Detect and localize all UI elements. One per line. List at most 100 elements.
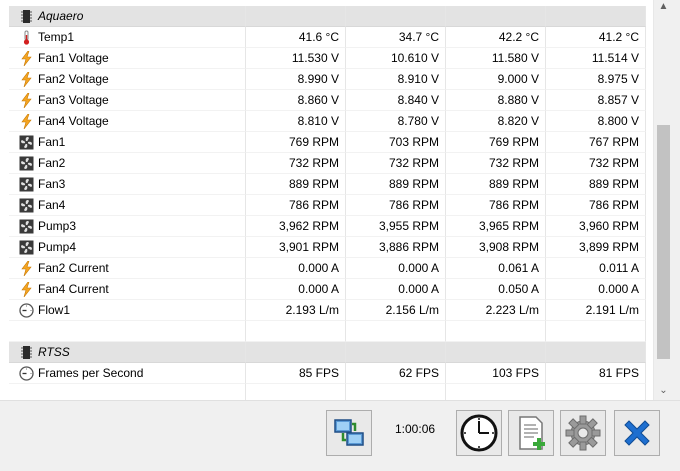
sensor-row[interactable]: Pump3 3,962 RPM 3,955 RPM 3,965 RPM 3,960 RP… [0, 216, 653, 237]
sensor-label: Fan3 [38, 177, 66, 191]
minimum-value: 8.840 V [346, 90, 446, 111]
empty-cell [0, 384, 246, 400]
sensor-row[interactable]: Fan2 Voltage 8.990 V 8.910 V 9.000 V 8.975 V [0, 69, 653, 90]
sensor-row[interactable]: Fan4 786 RPM 786 RPM 786 RPM 786 RPM [0, 195, 653, 216]
group-header-cell [246, 342, 346, 363]
current-value: 732 RPM [246, 153, 346, 174]
voltage-icon [19, 113, 34, 130]
scroll-up-arrow-icon[interactable]: ▲ [654, 0, 673, 14]
sensor-name-cell: Pump4 [0, 237, 246, 258]
minimum-value: 34.7 °C [346, 27, 446, 48]
group-header-cell [446, 6, 546, 27]
scroll-thumb[interactable] [657, 125, 670, 359]
clock-icon [457, 414, 501, 458]
average-value: 8.975 V [546, 69, 646, 90]
empty-cell [546, 321, 646, 342]
current-value: 3,901 RPM [246, 237, 346, 258]
current-value: 0.000 A [246, 258, 346, 279]
network-icon [327, 419, 371, 458]
empty-cell [246, 321, 346, 342]
settings-button[interactable] [560, 410, 606, 456]
sensor-row[interactable]: Fan2 Current 0.000 A 0.000 A 0.061 A 0.011 A [0, 258, 653, 279]
gear-icon [561, 415, 605, 458]
maximum-value: 889 RPM [446, 174, 546, 195]
group-header-cell [346, 6, 446, 27]
current-value: 8.860 V [246, 90, 346, 111]
sensor-name-cell: Fan4 Current [0, 279, 246, 300]
current-value: 2.193 L/m [246, 300, 346, 321]
maximum-value: 9.000 V [446, 69, 546, 90]
scroll-down-arrow-icon[interactable]: ⌄ [654, 384, 673, 398]
sensor-name-cell: Fan2 Voltage [0, 69, 246, 90]
maximum-value: 8.820 V [446, 111, 546, 132]
sensor-row[interactable]: Fan2 732 RPM 732 RPM 732 RPM 732 RPM [0, 153, 653, 174]
sensor-row[interactable]: Flow1 2.193 L/m 2.156 L/m 2.223 L/m 2.191 L/… [0, 300, 653, 321]
close-button[interactable] [614, 410, 660, 456]
minimum-value: 62 FPS [346, 363, 446, 384]
group-header-cell [246, 6, 346, 27]
empty-cell [346, 321, 446, 342]
average-value: 2.191 L/m [546, 300, 646, 321]
average-value: 3,899 RPM [546, 237, 646, 258]
sensor-name-cell: Fan1 [0, 132, 246, 153]
empty-cell [546, 384, 646, 400]
fan-icon [19, 198, 34, 213]
group-header-aquaero[interactable]: Aquaero [0, 6, 653, 27]
elapsed-time: 1:00:06 [395, 422, 436, 436]
minimum-value: 889 RPM [346, 174, 446, 195]
group-header-cell [546, 6, 646, 27]
gauge-icon [19, 303, 34, 318]
vertical-scrollbar[interactable]: ▲ ⌄ [653, 0, 673, 400]
voltage-icon [19, 92, 34, 109]
thermometer-icon [19, 30, 34, 45]
average-value: 0.000 A [546, 279, 646, 300]
voltage-icon [19, 260, 34, 277]
sensor-name-cell: Fan3 Voltage [0, 90, 246, 111]
average-value: 3,960 RPM [546, 216, 646, 237]
maximum-value: 8.880 V [446, 90, 546, 111]
group-name-cell: Aquaero [0, 6, 246, 27]
sensor-row[interactable]: Fan4 Voltage 8.810 V 8.780 V 8.820 V 8.800 V [0, 111, 653, 132]
minimum-value: 0.000 A [346, 258, 446, 279]
window-right-edge [673, 0, 680, 400]
sensor-name-cell: Temp1 [0, 27, 246, 48]
sensor-table[interactable]: Aquaero Temp1 41.6 °C 34.7 °C 42.2 °C 41.2 °C… [0, 0, 653, 400]
minimum-value: 3,955 RPM [346, 216, 446, 237]
group-header-rtss[interactable]: RTSS [0, 342, 653, 363]
minimum-value: 786 RPM [346, 195, 446, 216]
sensor-label: Fan2 Voltage [38, 72, 109, 86]
sensor-name-cell: Fan4 [0, 195, 246, 216]
sensor-label: Flow1 [38, 303, 71, 317]
sensor-row[interactable]: Fan1 Voltage 11.530 V 10.610 V 11.580 V 11.5… [0, 48, 653, 69]
sensor-row[interactable]: Pump4 3,901 RPM 3,886 RPM 3,908 RPM 3,899 RP… [0, 237, 653, 258]
current-value: 8.810 V [246, 111, 346, 132]
sensor-name-cell: Fan2 [0, 153, 246, 174]
sensor-row[interactable]: Fan1 769 RPM 703 RPM 769 RPM 767 RPM [0, 132, 653, 153]
maximum-value: 769 RPM [446, 132, 546, 153]
network-button[interactable] [326, 410, 372, 456]
sensor-name-cell: Frames per Second [0, 363, 246, 384]
chip-icon [19, 9, 34, 24]
sensor-row[interactable]: Frames per Second 85 FPS 62 FPS 103 FPS 81 F… [0, 363, 653, 384]
sensor-row[interactable]: Fan3 Voltage 8.860 V 8.840 V 8.880 V 8.857 V [0, 90, 653, 111]
average-value: 11.514 V [546, 48, 646, 69]
sensor-row[interactable]: Fan4 Current 0.000 A 0.000 A 0.050 A 0.000 A [0, 279, 653, 300]
sensor-row[interactable]: Temp1 41.6 °C 34.7 °C 42.2 °C 41.2 °C [0, 27, 653, 48]
group-header-cell [346, 342, 446, 363]
log-button[interactable] [508, 410, 554, 456]
voltage-icon [19, 71, 34, 88]
minimum-value: 703 RPM [346, 132, 446, 153]
sensor-row[interactable]: Fan3 889 RPM 889 RPM 889 RPM 889 RPM [0, 174, 653, 195]
table-left-margin [0, 0, 9, 400]
average-value: 0.011 A [546, 258, 646, 279]
average-value: 786 RPM [546, 195, 646, 216]
clock-button[interactable] [456, 410, 502, 456]
maximum-value: 0.061 A [446, 258, 546, 279]
sensor-label: Fan3 Voltage [38, 93, 109, 107]
current-value: 11.530 V [246, 48, 346, 69]
voltage-icon [19, 50, 34, 67]
group-name: Aquaero [38, 9, 84, 23]
sensor-label: Frames per Second [38, 366, 144, 380]
group-name: RTSS [38, 345, 70, 359]
sensor-label: Fan1 Voltage [38, 51, 109, 65]
